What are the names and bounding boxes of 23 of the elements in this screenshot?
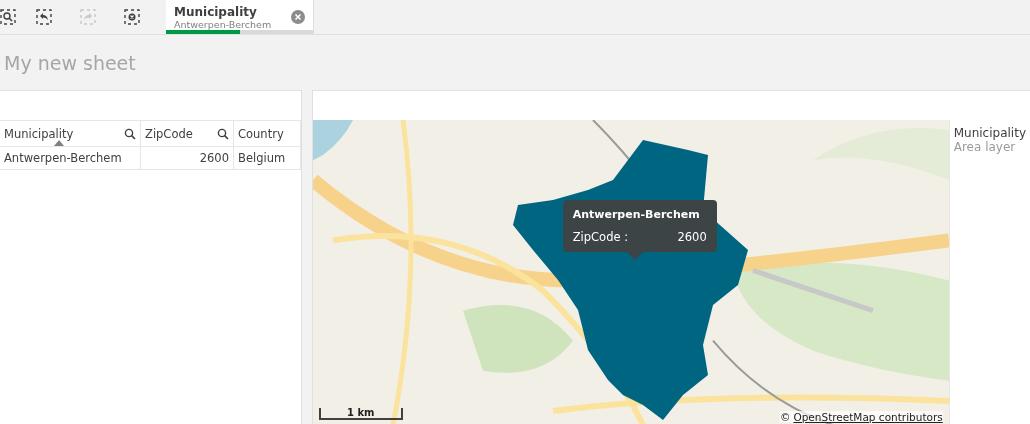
close-icon[interactable] bbox=[291, 10, 305, 24]
copyright-mark: © bbox=[779, 411, 791, 423]
search-icon[interactable] bbox=[217, 127, 229, 140]
column-header[interactable]: Country bbox=[233, 120, 301, 147]
tooltip-label: ZipCode : bbox=[572, 230, 629, 244]
table-cell: 2600 bbox=[140, 146, 234, 170]
clear-icon bbox=[124, 9, 140, 25]
map-scale-bar: 1 km bbox=[318, 408, 403, 420]
selection-field: Municipality bbox=[174, 4, 291, 19]
tooltip-title: Antwerpen-Berchem bbox=[572, 208, 701, 221]
table-cell: Belgium bbox=[233, 146, 301, 170]
table-cell: Antwerpen-Berchem bbox=[0, 146, 141, 170]
selection-tab[interactable]: Municipality Antwerpen-Berchem bbox=[166, 0, 314, 34]
search-icon bbox=[0, 9, 16, 25]
attribution-link[interactable]: OpenStreetMap contributors bbox=[793, 411, 943, 423]
column-header[interactable]: ZipCode bbox=[140, 120, 234, 147]
legend-subtitle: Area layer bbox=[953, 140, 1017, 154]
selection-value: Antwerpen-Berchem bbox=[174, 18, 273, 30]
column-header[interactable]: Municipality bbox=[0, 120, 141, 147]
tooltip-value: 2600 bbox=[677, 230, 707, 244]
legend-title: Municipality bbox=[953, 126, 1026, 140]
sheet-title: My new sheet bbox=[4, 51, 136, 74]
search-icon[interactable] bbox=[124, 127, 136, 140]
